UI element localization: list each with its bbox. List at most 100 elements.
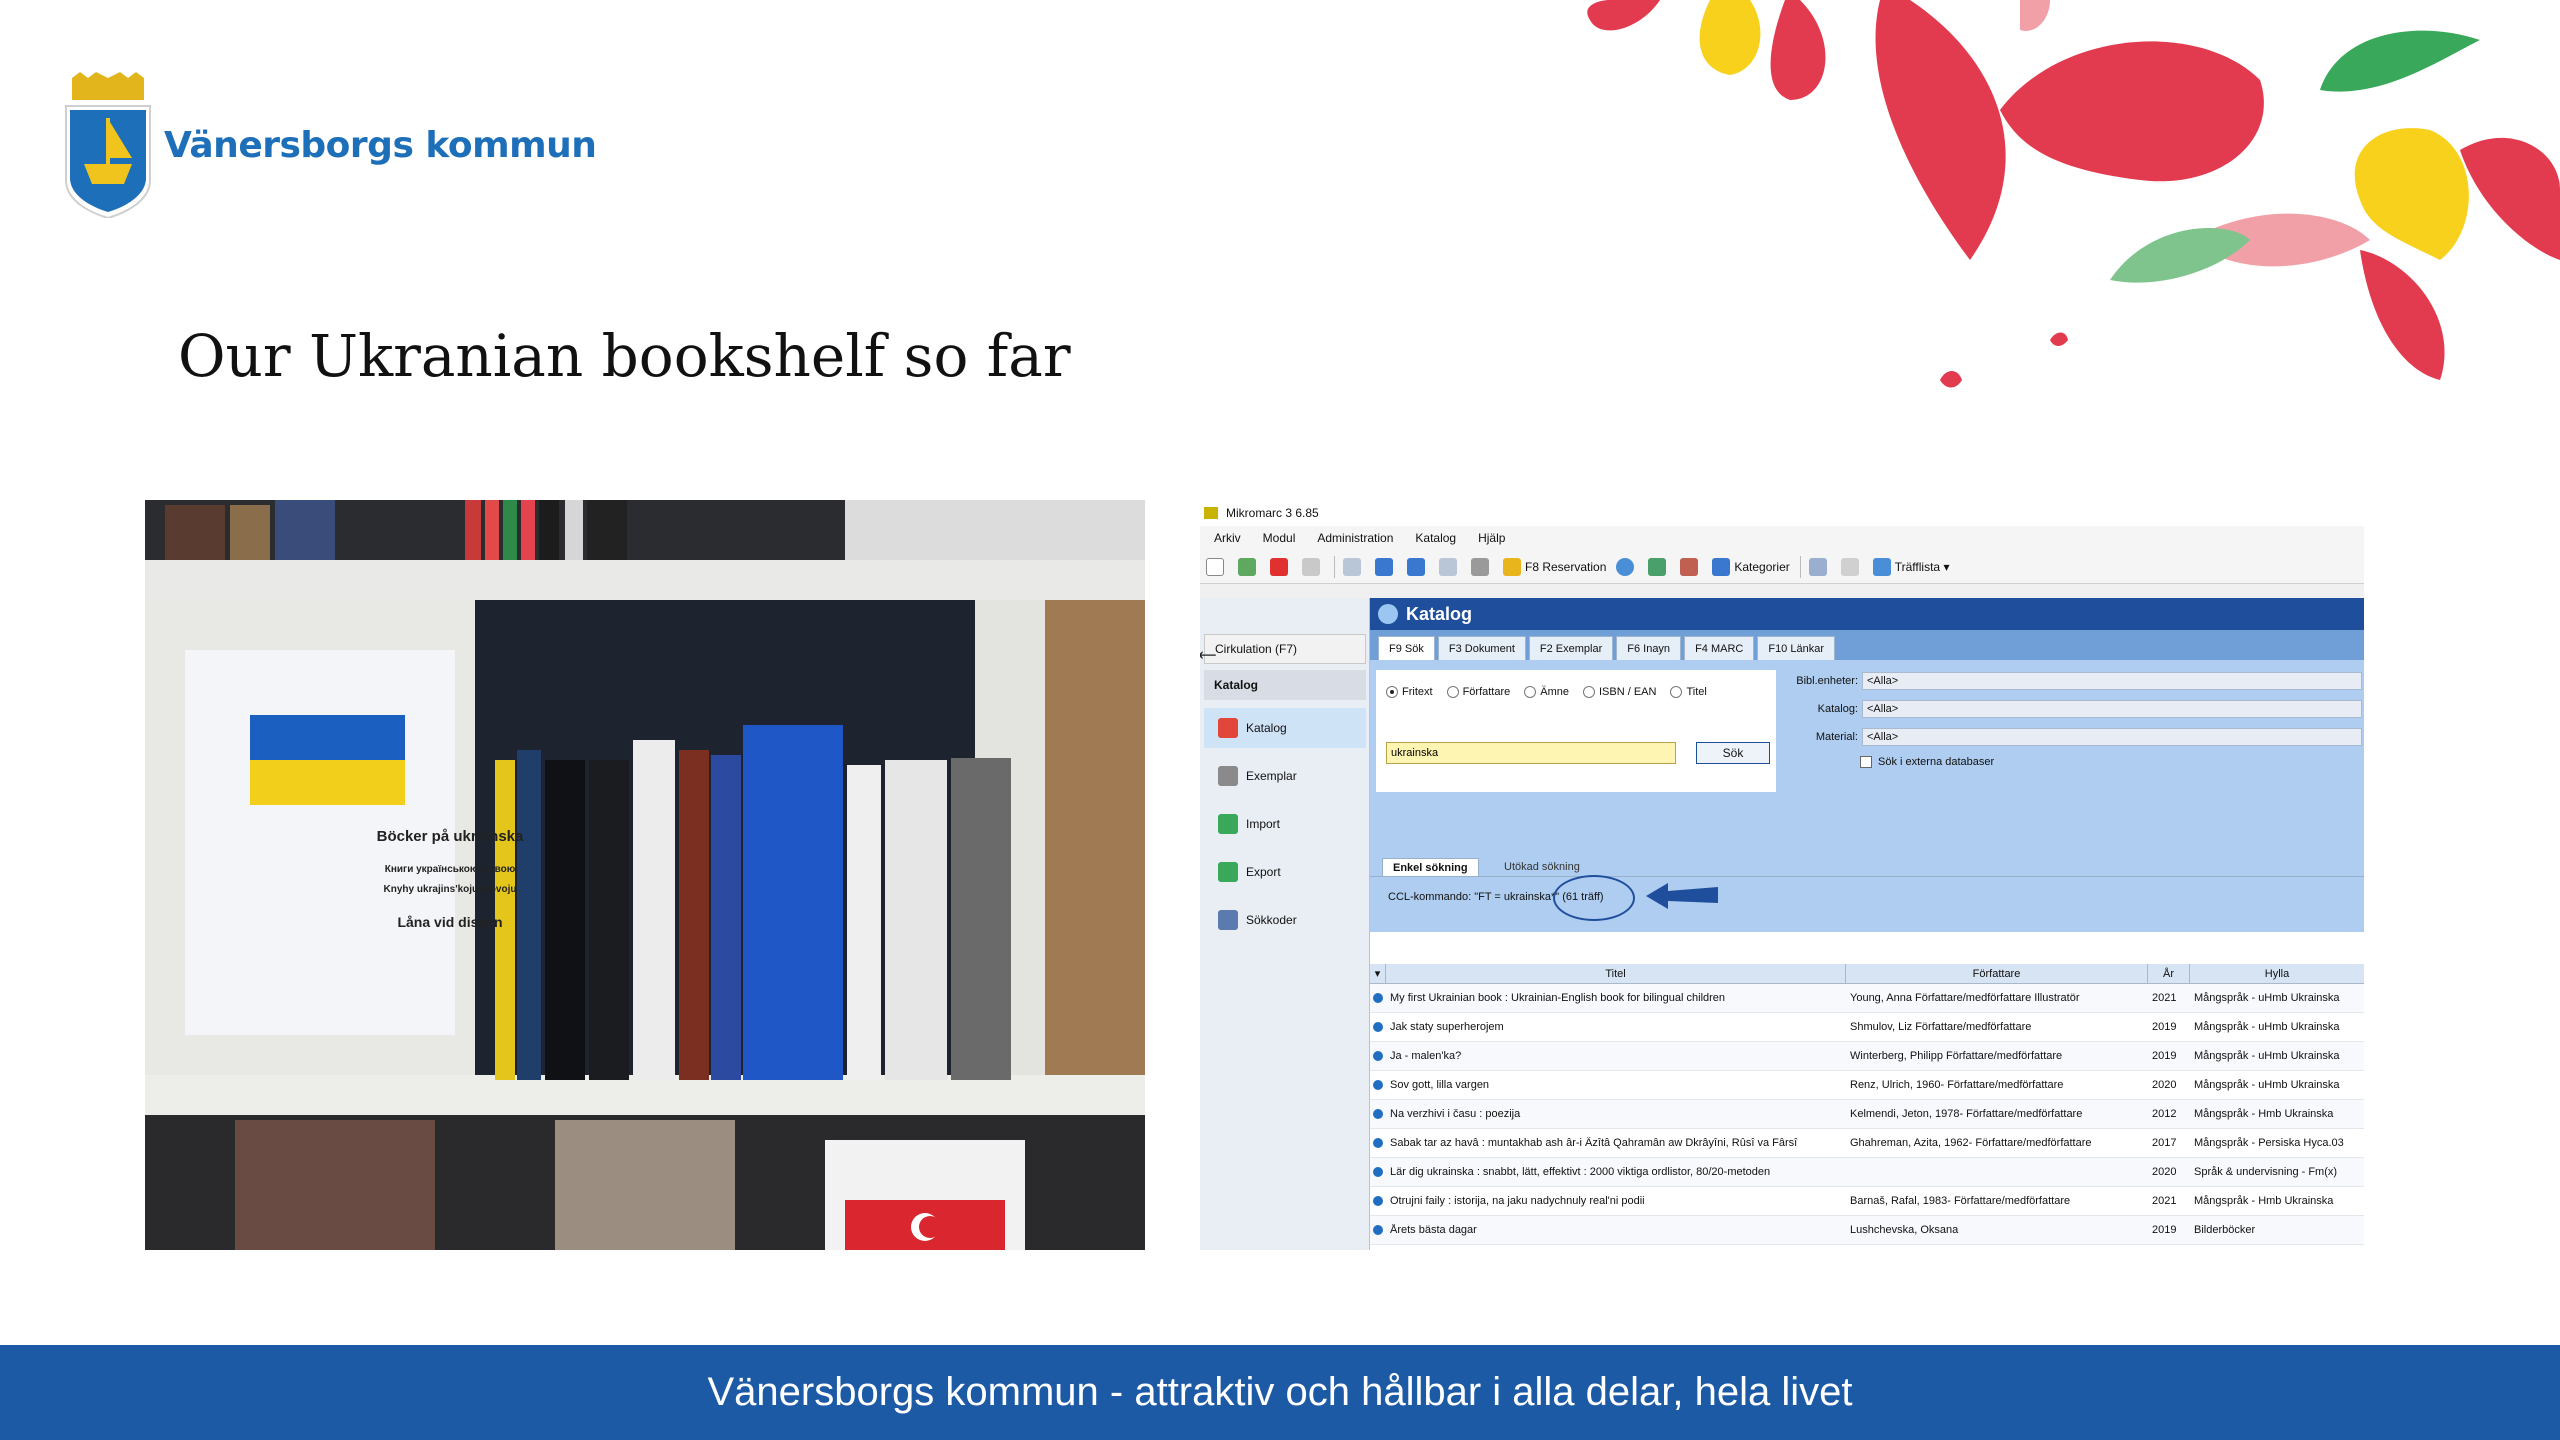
column-year[interactable]: År	[2148, 963, 2190, 984]
cell-author: Barnaš, Rafal, 1983- Författare/medförfa…	[1850, 1195, 2071, 1207]
categories-icon	[1712, 557, 1731, 576]
tab-inayn[interactable]: F6 Inayn	[1616, 636, 1682, 660]
down-button[interactable]	[1375, 557, 1397, 576]
hitlist-button[interactable]: Träfflista ▾	[1872, 557, 1949, 576]
cell-title: Lär dig ukrainska : snabbt, lätt, effekt…	[1390, 1166, 1771, 1178]
nav-item-katalog[interactable]: Katalog	[1204, 708, 1366, 748]
catalog-icon	[1218, 718, 1238, 738]
bookshelf-image	[145, 500, 1145, 1250]
categories-button[interactable]: Kategorier	[1712, 557, 1790, 576]
clock-button[interactable]	[1616, 557, 1638, 576]
table-row[interactable]: Årets bästa dagar Lushchevska, Oksana 2019…	[1370, 1216, 2364, 1245]
tab-marc[interactable]: F4 MARC	[1684, 636, 1755, 660]
table-header: ▾ Titel Författare År Hylla	[1370, 963, 2364, 984]
nav-item-label: Exemplar	[1246, 769, 1297, 783]
subtab-advanced-search[interactable]: Utökad sökning	[1494, 858, 1590, 876]
search-panel: Fritext Författare Ämne ISBN / EAN Titel…	[1370, 660, 2364, 876]
catalog-header: Katalog	[1370, 598, 2364, 630]
table-row[interactable]: Ja - malen'ka? Winterberg, Philipp Förfat…	[1370, 1042, 2364, 1071]
radio-fritext[interactable]: Fritext	[1386, 686, 1433, 698]
menu-katalog[interactable]: Katalog	[1415, 531, 1456, 545]
toolbar-separator	[1334, 555, 1335, 578]
radio-selected-icon	[1386, 686, 1398, 698]
ccl-panel: CCL-kommando: "FT = ukrainska*" (61 träf…	[1370, 875, 2364, 932]
cell-year: 2019	[2152, 1224, 2177, 1236]
table-row[interactable]: Otrujni faily : istorija, na jaku nadych…	[1370, 1187, 2364, 1216]
print-button[interactable]	[1471, 557, 1493, 576]
nav-item-label: Sökkoder	[1246, 913, 1297, 927]
up-button[interactable]	[1343, 557, 1365, 576]
column-author[interactable]: Författare	[1846, 963, 2148, 984]
edit-button[interactable]	[1238, 557, 1260, 576]
report-icon	[1808, 557, 1827, 576]
delete-button[interactable]	[1270, 557, 1292, 576]
bookmark-button[interactable]	[1648, 557, 1670, 576]
column-title[interactable]: Titel	[1386, 963, 1846, 984]
radio-titel[interactable]: Titel	[1670, 686, 1707, 698]
new-button[interactable]	[1206, 557, 1228, 576]
external-db-toggle[interactable]: Sök i externa databaser	[1860, 756, 1994, 768]
menu-administration[interactable]: Administration	[1317, 531, 1393, 545]
row-icon-cell	[1370, 1225, 1386, 1235]
nav-section-katalog: Katalog	[1204, 670, 1366, 700]
table-row[interactable]: Sov gott, lilla vargen Renz, Ulrich, 1960…	[1370, 1071, 2364, 1100]
cell-title: Na verzhivi i času : poezija	[1390, 1108, 1521, 1120]
filter-label: Bibl.enheter:	[1796, 675, 1858, 687]
nav-item-exemplar[interactable]: Exemplar	[1204, 756, 1366, 796]
nav-item-import[interactable]: Import	[1204, 804, 1366, 844]
sign-line-borrow: Låna vid disken	[397, 914, 503, 930]
menu-hjalp[interactable]: Hjälp	[1478, 531, 1505, 545]
books-button[interactable]	[1680, 557, 1702, 576]
lock-icon	[1503, 557, 1521, 576]
left-nav-pane: Cirkulation (F7) ← Katalog Katalog Exemp…	[1200, 598, 1370, 1250]
column-shelf[interactable]: Hylla	[2190, 964, 2364, 984]
nav-item-sokkoder[interactable]: Sökkoder	[1204, 900, 1366, 940]
menu-modul[interactable]: Modul	[1263, 531, 1296, 545]
filter-select[interactable]: <Alla>	[1862, 700, 2362, 718]
table-row[interactable]: Na verzhivi i času : poezija Kelmendi, Je…	[1370, 1100, 2364, 1129]
clipboard-button[interactable]	[1840, 557, 1863, 576]
reservation-button[interactable]: F8 Reservation	[1503, 557, 1606, 576]
book-icon	[1373, 1167, 1383, 1177]
cell-year: 2021	[2152, 1195, 2177, 1207]
tab-document[interactable]: F3 Dokument	[1437, 636, 1526, 660]
table-row[interactable]: Jak staty superherojem Shmulov, Liz Förfa…	[1370, 1013, 2364, 1042]
radio-amne[interactable]: Ämne	[1524, 686, 1569, 698]
table-row[interactable]: Lär dig ukrainska : snabbt, lätt, effekt…	[1370, 1158, 2364, 1187]
cell-shelf: Mångspråk - Hmb Ukrainska	[2194, 1108, 2334, 1120]
nav-item-label: Export	[1246, 865, 1281, 879]
save-button[interactable]	[1302, 557, 1324, 576]
radio-forfattare[interactable]: Författare	[1446, 686, 1510, 698]
table-row[interactable]: Poltava : berättelsen om en armés underg…	[1370, 1245, 2364, 1250]
pointer-arrow-icon: ←	[1200, 634, 1222, 667]
filter-select[interactable]: <Alla>	[1862, 672, 2362, 690]
forward-button[interactable]	[1439, 557, 1461, 576]
table-row[interactable]: Sabak tar az havâ : muntakhab ash âr-i Â…	[1370, 1129, 2364, 1158]
search-input[interactable]	[1386, 742, 1676, 764]
radio-isbn[interactable]: ISBN / EAN	[1583, 686, 1656, 698]
subtab-simple-search[interactable]: Enkel sökning	[1382, 858, 1479, 876]
external-db-label: Sök i externa databaser	[1878, 756, 1995, 768]
sort-caret-icon[interactable]: ▾	[1370, 963, 1386, 984]
arrow-left-icon	[1407, 557, 1425, 576]
arrow-up-icon	[1343, 557, 1361, 576]
printer-icon	[1471, 557, 1489, 576]
filter-select[interactable]: <Alla>	[1862, 728, 2362, 746]
book-icon	[1373, 993, 1383, 1003]
menu-arkiv[interactable]: Arkiv	[1214, 531, 1241, 545]
cell-title: Sov gott, lilla vargen	[1390, 1079, 1490, 1091]
table-row[interactable]: My first Ukrainian book : Ukrainian-Engl…	[1370, 984, 2364, 1013]
row-icon-cell	[1370, 1167, 1386, 1177]
tab-links[interactable]: F10 Länkar	[1757, 636, 1835, 660]
nav-item-export[interactable]: Export	[1204, 852, 1366, 892]
search-button[interactable]: Sök	[1696, 742, 1770, 764]
tab-search[interactable]: F9 Sök	[1378, 636, 1435, 660]
filter-catalog: Katalog: <Alla>	[1788, 700, 2362, 718]
info-icon	[1378, 604, 1398, 624]
back-button[interactable]	[1407, 557, 1429, 576]
circulation-button[interactable]: Cirkulation (F7)	[1204, 634, 1366, 664]
window-title: Mikromarc 3 6.85	[1226, 506, 1319, 520]
catalog-title: Katalog	[1406, 603, 1473, 624]
tab-copies[interactable]: F2 Exemplar	[1528, 636, 1614, 660]
report-button[interactable]	[1808, 557, 1831, 576]
